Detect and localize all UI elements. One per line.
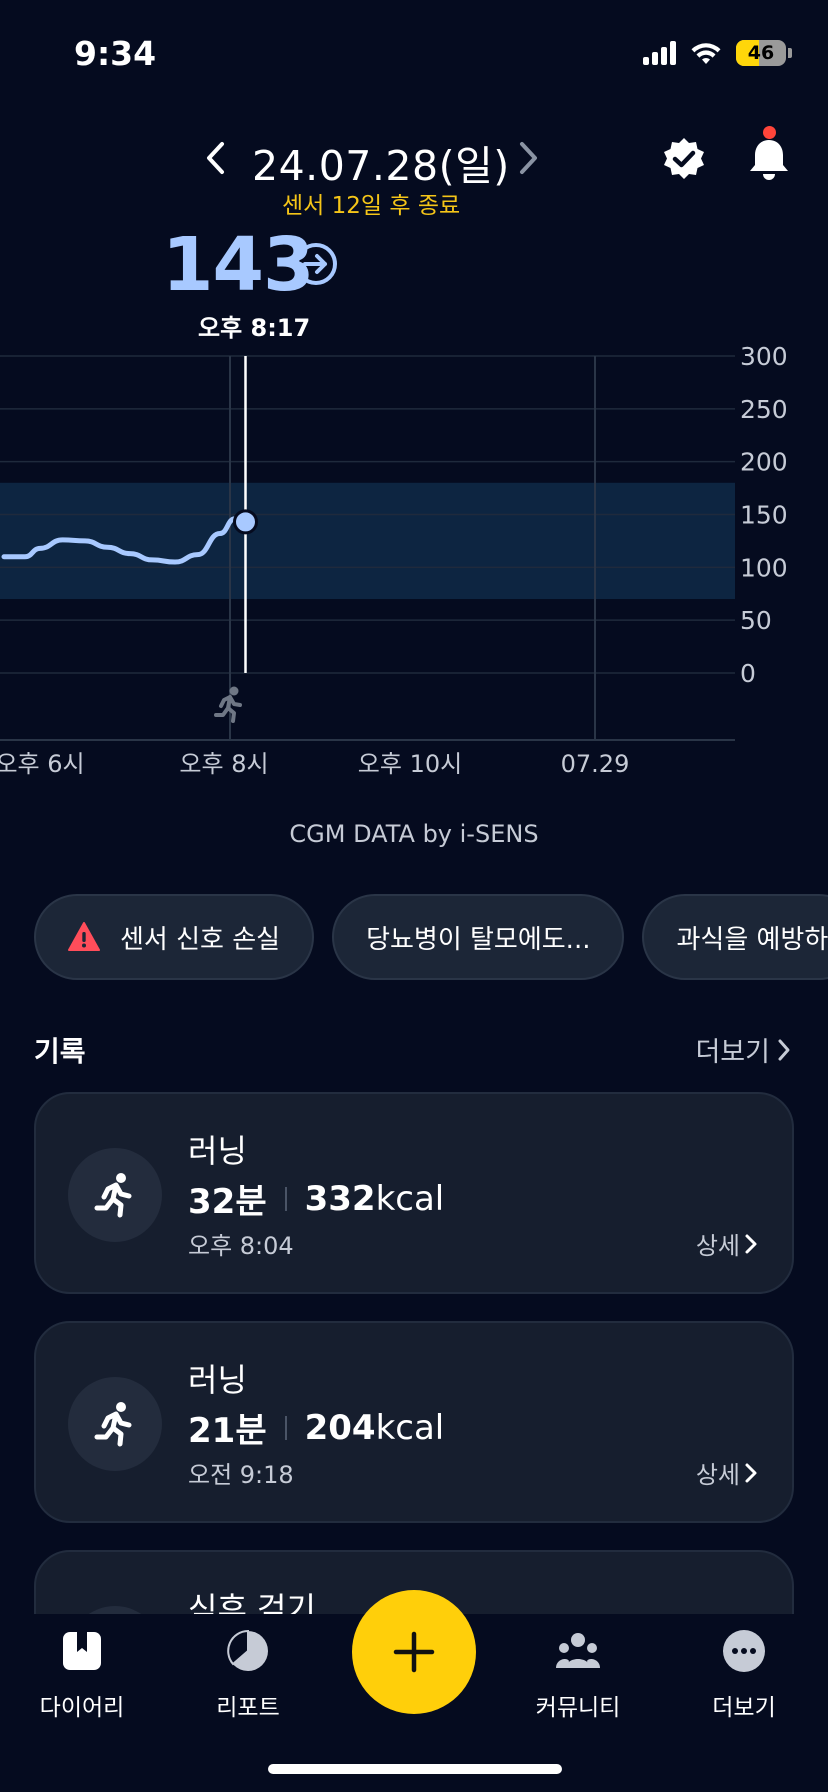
x-tick-label: 오후 8시	[179, 750, 268, 778]
bell-icon[interactable]	[745, 136, 793, 184]
record-kcal: 332	[304, 1178, 376, 1219]
records-title: 기록	[34, 1035, 86, 1068]
signal-icon	[643, 41, 676, 65]
chip-article-overeating[interactable]: 과식을 예방하	[642, 894, 828, 980]
warning-icon	[68, 922, 100, 951]
record-time: 오후 8:04	[188, 1232, 294, 1260]
running-icon	[94, 1173, 132, 1218]
record-detail-link[interactable]: 상세	[696, 1455, 758, 1490]
glucose-value: 143	[162, 222, 314, 308]
record-name: 러닝	[188, 1361, 247, 1399]
tab-report[interactable]: 리포트	[188, 1628, 308, 1722]
chip-article-diabetes-hairloss[interactable]: 당뇨병이 탈모에도...	[332, 894, 625, 980]
prev-date-button[interactable]	[196, 138, 236, 178]
target-range-band	[0, 482, 735, 600]
tab-label: 리포트	[216, 1695, 280, 1721]
record-duration: 32분	[188, 1182, 267, 1222]
chevron-right-icon	[778, 1039, 790, 1060]
record-duration: 21분	[188, 1411, 267, 1451]
report-pie-icon	[227, 1629, 268, 1671]
chevron-right-icon	[520, 142, 537, 174]
glucose-chart[interactable]: 300 250 200 150 100 50 0 오후 6시 오후 8시 오후 10시 07.29	[0, 340, 828, 780]
more-dots-icon	[723, 1630, 765, 1672]
y-tick-label: 200	[740, 448, 788, 477]
x-tick-label: 오후 10시	[358, 750, 462, 778]
y-tick-label: 300	[740, 342, 788, 371]
chevron-right-icon	[745, 1234, 757, 1253]
wifi-icon	[691, 43, 721, 64]
date-title[interactable]: 24.07.28(일)	[252, 132, 510, 192]
record-card[interactable]: 러닝 32분 332 kcal 오후 8:04 상세	[34, 1092, 794, 1294]
diary-icon	[63, 1632, 101, 1670]
sensor-notice: 센서 12일 후 종료	[282, 193, 461, 219]
y-tick-label: 50	[740, 606, 772, 635]
running-icon	[94, 1402, 132, 1447]
stat-divider	[284, 1415, 287, 1440]
y-tick-label: 150	[740, 501, 788, 530]
record-kcal-unit: kcal	[375, 1178, 445, 1219]
battery-icon: 46	[736, 40, 786, 66]
record-stats: 32분 332 kcal	[188, 1174, 444, 1223]
chip-row: 센서 신호 손실 당뇨병이 탈모에도... 과식을 예방하	[34, 894, 828, 980]
y-tick-label: 0	[740, 659, 756, 688]
record-icon-circle	[68, 1377, 162, 1471]
tab-label: 다이어리	[39, 1695, 125, 1721]
plus-icon	[393, 1631, 435, 1673]
verified-badge-icon[interactable]	[660, 136, 708, 184]
chip-sensor-signal-loss[interactable]: 센서 신호 손실	[34, 894, 315, 980]
reading-time: 오후 8:17	[198, 314, 311, 342]
battery-tip	[788, 48, 792, 58]
record-time: 오전 9:18	[188, 1461, 294, 1489]
record-kcal-unit: kcal	[375, 1407, 445, 1448]
chip-label: 당뇨병이 탈모에도...	[366, 924, 591, 955]
more-label: 더보기	[695, 1037, 770, 1068]
chip-label: 센서 신호 손실	[120, 924, 281, 955]
stat-divider	[284, 1186, 287, 1211]
record-stats: 21분 204 kcal	[188, 1403, 444, 1452]
chart-credit: CGM DATA by i-SENS	[289, 820, 539, 848]
x-tick-label: 오후 6시	[0, 750, 85, 778]
records-more-link[interactable]: 더보기	[695, 1030, 792, 1069]
status-time: 9:34	[74, 34, 157, 73]
tab-community[interactable]: 커뮤니티	[518, 1628, 638, 1722]
tab-label: 더보기	[712, 1695, 776, 1721]
detail-label: 상세	[695, 1232, 740, 1260]
selected-point	[233, 509, 258, 535]
tab-more[interactable]: 더보기	[684, 1628, 804, 1722]
y-tick-label: 250	[740, 395, 788, 424]
record-name: 러닝	[188, 1132, 247, 1170]
trend-arrow-right-icon	[295, 243, 337, 285]
record-kcal: 204	[304, 1407, 376, 1448]
add-button[interactable]	[352, 1590, 476, 1714]
status-icons: 46	[643, 38, 792, 68]
record-detail-link[interactable]: 상세	[696, 1226, 758, 1261]
chip-label: 과식을 예방하	[676, 924, 828, 955]
detail-label: 상세	[695, 1461, 740, 1489]
tab-label: 커뮤니티	[535, 1695, 621, 1721]
chevron-left-icon	[207, 142, 224, 174]
running-event-icon[interactable]	[214, 686, 242, 723]
home-indicator	[268, 1764, 562, 1774]
record-card[interactable]: 러닝 21분 204 kcal 오전 9:18 상세	[34, 1321, 794, 1523]
y-tick-label: 100	[740, 553, 788, 582]
next-date-button[interactable]	[508, 138, 548, 178]
x-tick-label: 07.29	[561, 750, 630, 778]
notification-dot	[763, 126, 776, 139]
chevron-right-icon	[745, 1463, 757, 1482]
community-icon	[556, 1633, 600, 1668]
tab-diary[interactable]: 다이어리	[22, 1628, 142, 1722]
battery-level: 46	[747, 42, 775, 64]
record-icon-circle	[68, 1148, 162, 1242]
